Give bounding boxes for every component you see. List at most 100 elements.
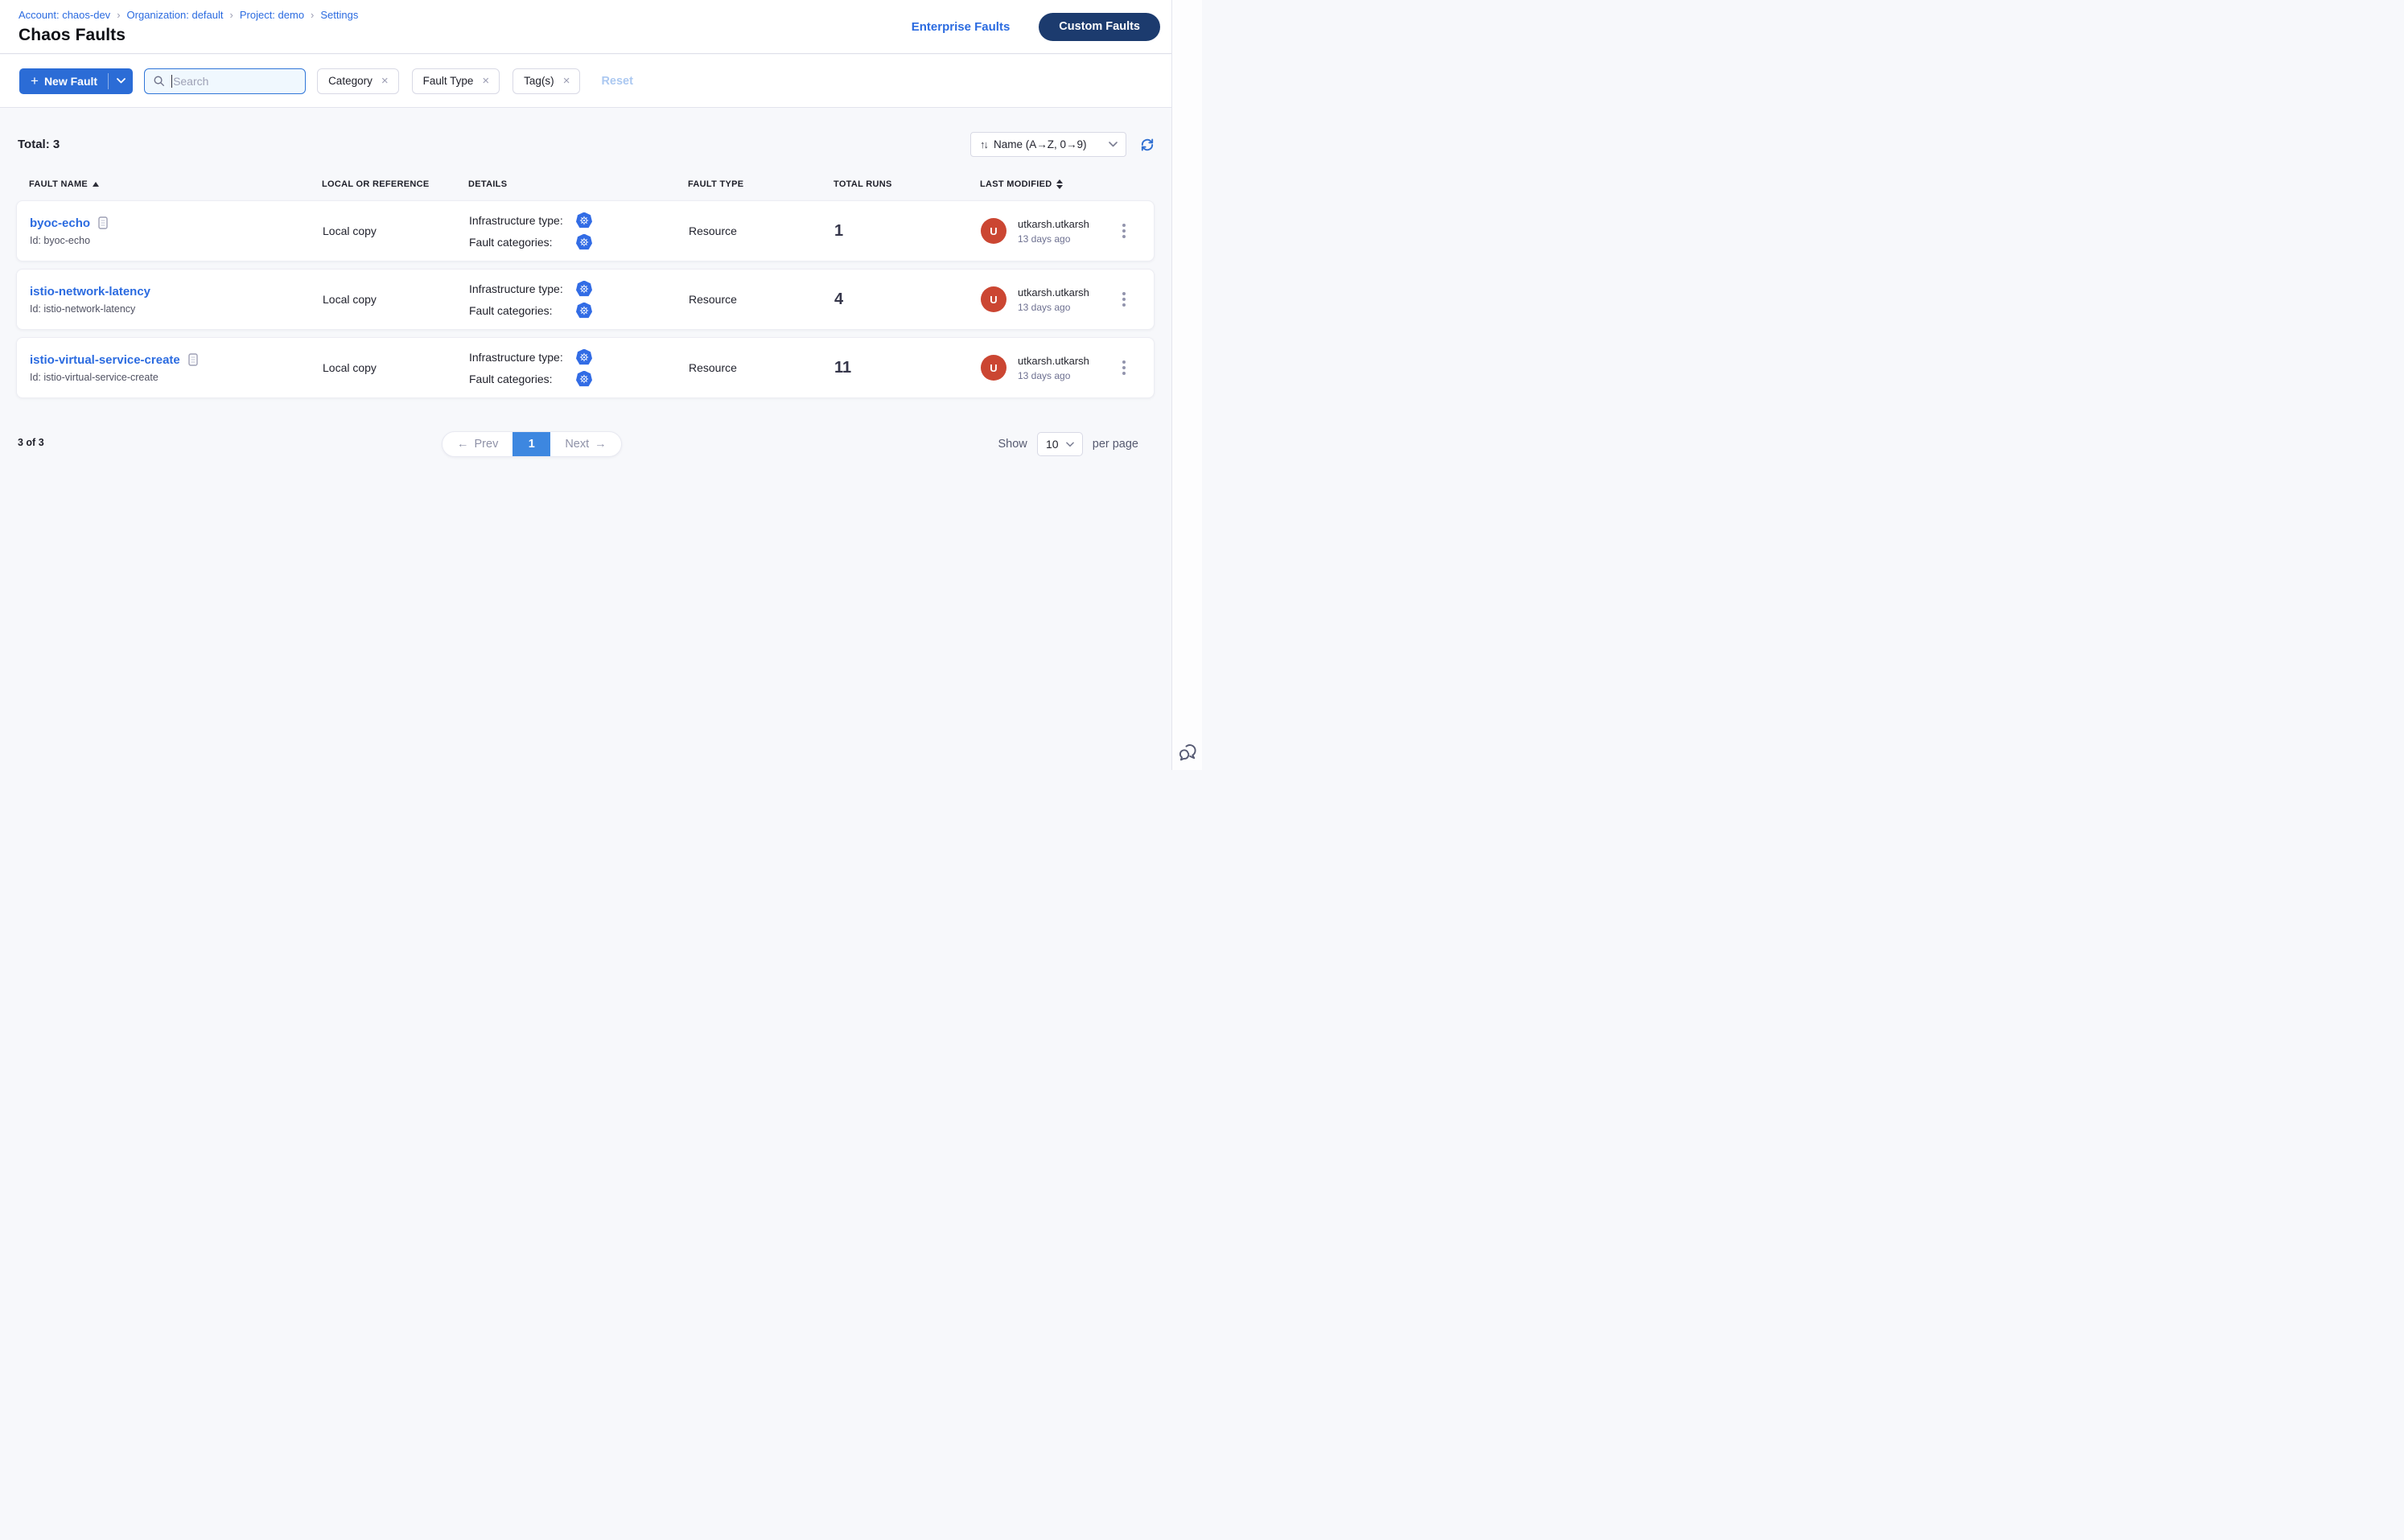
sort-dropdown-value: Name (A→Z, 0→9) xyxy=(994,138,1109,150)
fault-name-link[interactable]: byoc-echo xyxy=(30,216,90,230)
avatar: U xyxy=(981,218,1006,244)
top-header: Account: chaos-dev › Organization: defau… xyxy=(0,0,1171,54)
plus-icon: + xyxy=(31,74,39,88)
total-runs-value: 1 xyxy=(834,222,981,241)
pagination-bar: 3 of 3 ← Prev 1 Next → Show 10 per page xyxy=(0,431,1171,457)
next-page-button[interactable]: Next → xyxy=(550,432,620,456)
column-header-local-or-reference: LOCAL OR REFERENCE xyxy=(322,179,468,189)
column-header-last-modified[interactable]: LAST MODIFIED xyxy=(980,179,1113,189)
fault-categories-label: Fault categories: xyxy=(469,304,576,317)
prev-page-button[interactable]: ← Prev xyxy=(443,432,512,456)
fault-id: Id: byoc-echo xyxy=(30,235,323,246)
total-runs-value: 4 xyxy=(834,290,981,309)
table-row[interactable]: byoc-echo Id: byoc-echo Local copy Infra… xyxy=(16,200,1155,261)
breadcrumb-separator: › xyxy=(230,9,233,21)
reset-filters-button[interactable]: Reset xyxy=(601,75,633,88)
filter-chip-fault-type[interactable]: Fault Type × xyxy=(412,68,500,94)
refresh-button[interactable] xyxy=(1140,138,1155,152)
fault-categories-label: Fault categories: xyxy=(469,236,576,249)
chat-help-button[interactable] xyxy=(1176,741,1200,765)
infrastructure-type-label: Infrastructure type: xyxy=(469,282,576,295)
modified-by: utkarsh.utkarsh xyxy=(1018,218,1089,230)
local-or-reference-value: Local copy xyxy=(323,293,469,306)
kebab-menu-button[interactable] xyxy=(1119,220,1129,241)
right-gutter xyxy=(1171,0,1202,770)
table-row[interactable]: istio-network-latency Id: istio-network-… xyxy=(16,269,1155,330)
filter-chip-label: Tag(s) xyxy=(524,75,554,87)
new-fault-label: New Fault xyxy=(44,75,97,88)
sort-both-icon xyxy=(1056,179,1063,189)
fault-id: Id: istio-virtual-service-create xyxy=(30,372,323,383)
modified-by: utkarsh.utkarsh xyxy=(1018,286,1089,299)
column-header-fault-type: FAULT TYPE xyxy=(688,179,834,189)
enterprise-faults-tab[interactable]: Enterprise Faults xyxy=(912,20,1011,34)
kubernetes-icon xyxy=(576,303,592,319)
filter-chip-category[interactable]: Category × xyxy=(317,68,399,94)
fault-categories-label: Fault categories: xyxy=(469,373,576,385)
kubernetes-icon xyxy=(576,349,592,365)
kebab-menu-button[interactable] xyxy=(1119,289,1129,310)
copy-id-icon[interactable] xyxy=(98,216,108,229)
kubernetes-icon xyxy=(576,212,592,229)
sort-dropdown[interactable]: ↑↓ Name (A→Z, 0→9) xyxy=(970,132,1126,157)
fault-name-link[interactable]: istio-virtual-service-create xyxy=(30,353,180,367)
text-caret xyxy=(171,75,172,88)
breadcrumb-separator: › xyxy=(311,9,314,21)
column-header-total-runs: TOTAL RUNS xyxy=(834,179,980,189)
search-box xyxy=(144,68,306,94)
sort-asc-icon xyxy=(93,182,99,187)
avatar: U xyxy=(981,355,1006,381)
search-input[interactable] xyxy=(173,75,286,88)
infrastructure-type-label: Infrastructure type: xyxy=(469,351,576,364)
local-or-reference-value: Local copy xyxy=(323,361,469,374)
filter-chip-label: Category xyxy=(328,75,373,87)
filter-chip-label: Fault Type xyxy=(423,75,474,87)
chevron-down-icon xyxy=(1066,442,1074,447)
kubernetes-icon xyxy=(576,371,592,387)
table-row[interactable]: istio-virtual-service-create Id: istio-v… xyxy=(16,337,1155,398)
toolbar: + New Fault Category × Fault Type × Tag(… xyxy=(0,55,1171,108)
modified-by: utkarsh.utkarsh xyxy=(1018,355,1089,367)
table-header-row: FAULT NAME LOCAL OR REFERENCE DETAILS FA… xyxy=(16,175,1155,194)
sort-arrows-icon: ↑↓ xyxy=(980,138,987,150)
kebab-menu-button[interactable] xyxy=(1119,357,1129,378)
breadcrumb: Account: chaos-dev › Organization: defau… xyxy=(19,9,358,21)
close-icon[interactable]: × xyxy=(381,75,389,87)
breadcrumb-separator: › xyxy=(117,9,120,21)
chevron-down-icon[interactable] xyxy=(109,78,133,84)
page-number-button[interactable]: 1 xyxy=(512,432,550,456)
column-header-details: DETAILS xyxy=(468,179,688,189)
page-summary: 3 of 3 xyxy=(18,437,44,448)
page-size-value: 10 xyxy=(1046,438,1059,451)
faults-list-section: Total: 3 ↑↓ Name (A→Z, 0→9) FAULT NAME L… xyxy=(0,108,1171,770)
new-fault-button[interactable]: + New Fault xyxy=(19,68,133,94)
fault-type-value: Resource xyxy=(689,361,834,374)
modified-ago: 13 days ago xyxy=(1018,233,1089,245)
page-size-dropdown[interactable]: 10 xyxy=(1037,432,1083,456)
breadcrumb-project-link[interactable]: Project: demo xyxy=(240,9,304,21)
page-title: Chaos Faults xyxy=(19,26,358,45)
filter-chip-tags[interactable]: Tag(s) × xyxy=(512,68,580,94)
column-header-fault-name[interactable]: FAULT NAME xyxy=(29,179,322,189)
copy-id-icon[interactable] xyxy=(188,353,198,366)
chevron-down-icon xyxy=(1109,142,1118,147)
fault-name-link[interactable]: istio-network-latency xyxy=(30,285,150,299)
breadcrumb-organization-link[interactable]: Organization: default xyxy=(127,9,224,21)
kubernetes-icon xyxy=(576,234,592,250)
total-runs-value: 11 xyxy=(834,359,981,377)
arrow-left-icon: ← xyxy=(457,438,469,451)
breadcrumb-account-link[interactable]: Account: chaos-dev xyxy=(19,9,110,21)
fault-type-value: Resource xyxy=(689,293,834,306)
breadcrumb-settings-link[interactable]: Settings xyxy=(320,9,358,21)
per-page-label: per page xyxy=(1093,438,1138,451)
close-icon[interactable]: × xyxy=(482,75,489,87)
search-icon xyxy=(153,75,165,87)
custom-faults-tab[interactable]: Custom Faults xyxy=(1039,13,1160,41)
local-or-reference-value: Local copy xyxy=(323,224,469,237)
total-count: Total: 3 xyxy=(18,138,60,151)
modified-ago: 13 days ago xyxy=(1018,370,1089,381)
show-label: Show xyxy=(998,438,1027,451)
pager: ← Prev 1 Next → xyxy=(442,431,622,457)
arrow-right-icon: → xyxy=(595,438,607,451)
close-icon[interactable]: × xyxy=(563,75,570,87)
